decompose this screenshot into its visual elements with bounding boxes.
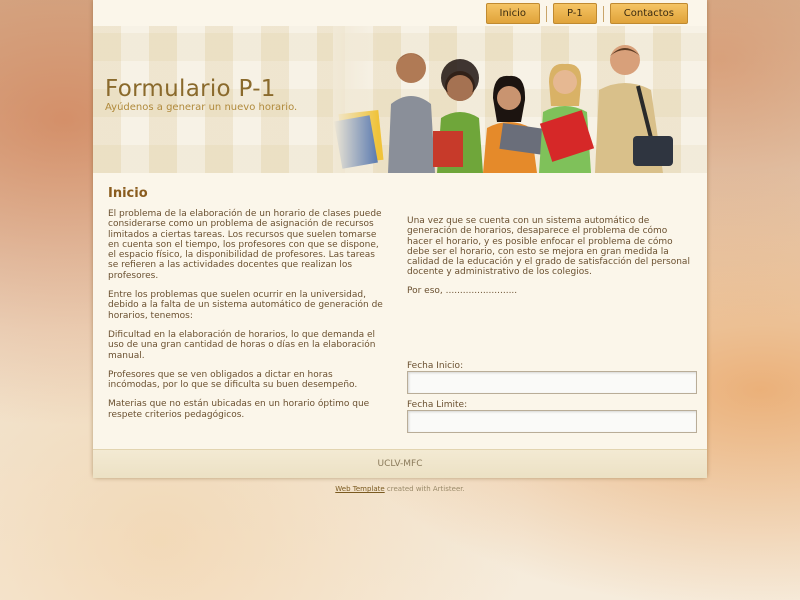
site-slogan: Ayúdenos a generar un nuevo horario.: [105, 102, 298, 113]
limit-date-label: Fecha Limite:: [407, 400, 468, 410]
nav-inicio-button[interactable]: Inicio: [485, 3, 540, 24]
start-date-input[interactable]: [407, 371, 697, 394]
students-photo: [333, 26, 707, 173]
start-date-label: Fecha Inicio:: [407, 361, 464, 371]
paragraph: Una vez que se cuenta con un sistema aut…: [407, 216, 690, 278]
nav-separator: [602, 5, 604, 22]
right-column: Una vez que se cuenta con un sistema aut…: [407, 216, 694, 304]
top-nav: Inicio P-1 Contactos: [485, 3, 688, 24]
credit-text: created with Artisteer.: [384, 485, 465, 493]
footer: UCLV-MFC: [93, 449, 707, 478]
footer-text: UCLV-MFC: [377, 459, 423, 469]
header-banner: Formulario P-1 Ayúdenos a generar un nue…: [93, 26, 707, 173]
nav-p1-button[interactable]: P-1: [552, 3, 597, 24]
nav-separator: [545, 5, 547, 22]
credit-line: Web Template created with Artisteer.: [0, 485, 800, 493]
paragraph: Entre los problemas que suelen ocurrir e…: [108, 290, 383, 321]
nav-contactos-button[interactable]: Contactos: [609, 3, 688, 24]
web-template-link[interactable]: Web Template: [335, 485, 384, 493]
site-title: Formulario P-1: [105, 76, 276, 102]
page-heading: Inicio: [108, 186, 148, 201]
limit-date-input[interactable]: [407, 410, 697, 433]
page-sheet: Inicio P-1 Contactos Formulario P-1 Ayúd…: [93, 0, 707, 478]
paragraph: Por eso, .........................: [407, 285, 518, 296]
paragraph: Profesores que se ven obligados a dictar…: [108, 369, 358, 391]
paragraph: Dificultad en la elaboración de horarios…: [108, 329, 376, 361]
paragraph: El problema de la elaboración de un hora…: [108, 209, 382, 281]
left-column: El problema de la elaboración de un hora…: [108, 209, 383, 429]
paragraph: Materias que no están ubicadas en un hor…: [108, 399, 370, 420]
